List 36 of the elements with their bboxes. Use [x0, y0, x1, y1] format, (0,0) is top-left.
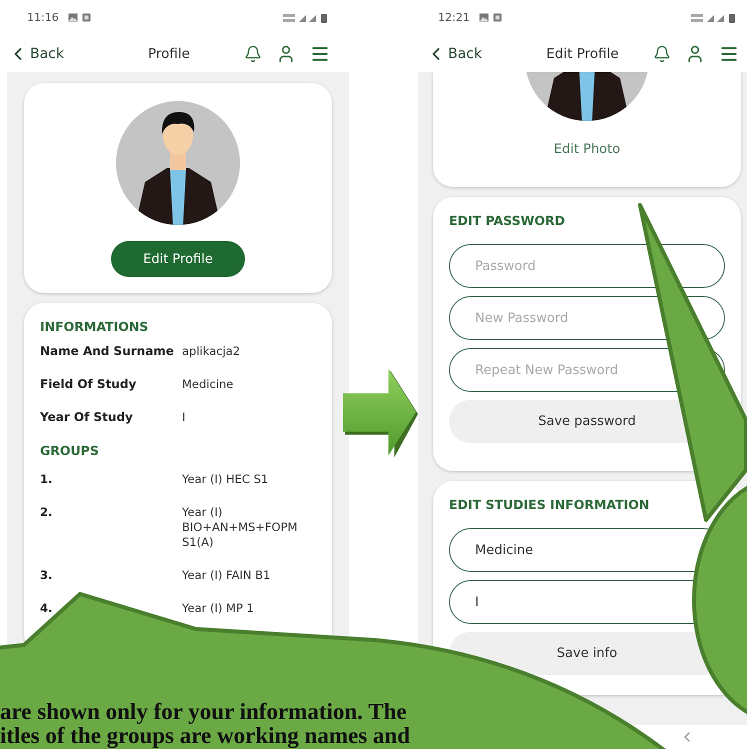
input-field[interactable]: Password [449, 244, 725, 288]
bell-icon[interactable] [653, 44, 671, 62]
signal-status-icon [283, 12, 329, 22]
section-title: GROUPS [40, 443, 100, 458]
field-label: Name And Surname [40, 344, 175, 359]
back-button[interactable]: Back [426, 44, 482, 64]
group-name: Year (I) MP 1 [182, 601, 255, 616]
screen-title: Profile [148, 46, 190, 62]
group-number: 1. [40, 472, 54, 487]
group-number: 4. [40, 601, 54, 616]
screen-title: Edit Profile [546, 46, 619, 62]
callout-text: are shown only for your information. The itles of the groups are working names and [0, 700, 411, 748]
section-title: EDIT STUDIES INFORMATION [449, 497, 650, 512]
group-name: Year (I) HEC S1 [182, 472, 270, 487]
bell-icon[interactable] [244, 44, 262, 62]
group-name: Year (I) BIO+AN+MS+FOPM S1(A) [182, 505, 298, 550]
section-title: EDIT PASSWORD [449, 213, 566, 228]
notification-icon [82, 13, 91, 22]
notification-icon [492, 13, 502, 22]
status-time: 11:16 [27, 11, 59, 24]
section-title: INFORMATIONS [40, 319, 150, 334]
signal-status-icon [691, 12, 737, 22]
field-value: Medicine [182, 377, 234, 392]
group-number: 3. [40, 568, 54, 583]
image-icon [68, 13, 78, 22]
image-icon [478, 13, 489, 22]
back-button[interactable]: Back [8, 44, 64, 64]
field-value: I [182, 410, 186, 425]
status-time: 12:21 [438, 11, 470, 24]
group-number: 2. [40, 505, 54, 520]
field-value: aplikacja2 [182, 344, 242, 359]
field-label: Year Of Study [40, 410, 134, 425]
field-label: Field Of Study [40, 377, 138, 392]
group-name: Year (I) FAIN B1 [182, 568, 272, 583]
edit-photo-link[interactable]: Edit Photo [554, 142, 620, 157]
edit-profile-button[interactable]: Edit Profile [111, 241, 245, 277]
